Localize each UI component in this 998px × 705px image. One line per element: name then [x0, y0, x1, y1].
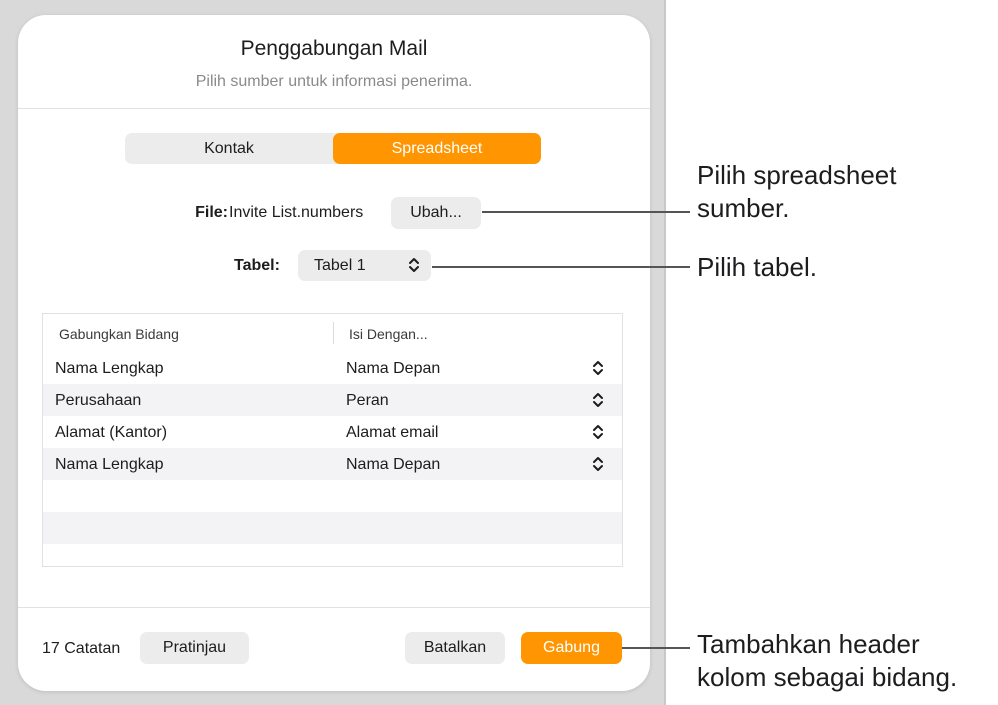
table-row[interactable]: Nama Lengkap Nama Depan [43, 448, 622, 480]
merge-field-cell: Perusahaan [55, 392, 142, 409]
callout-merge-line1: Tambahkan header [697, 629, 920, 659]
tab-kontak[interactable]: Kontak [125, 133, 333, 164]
mail-merge-dialog: Penggabungan Mail Pilih sumber untuk inf… [18, 15, 650, 691]
file-label: File: [195, 204, 228, 221]
chevron-up-down-icon[interactable] [591, 455, 605, 473]
cancel-button[interactable]: Batalkan [405, 632, 505, 664]
callout-file-line1: Pilih spreadsheet [697, 160, 897, 190]
callout-table: Pilih tabel. [697, 252, 817, 282]
table-row[interactable]: Perusahaan Peran [43, 384, 622, 416]
table-header: Gabungkan Bidang Isi Dengan... [43, 314, 622, 352]
table-select[interactable]: Tabel 1 [298, 250, 431, 281]
file-name: Invite List.numbers [229, 204, 364, 221]
merge-button[interactable]: Gabung [521, 632, 622, 664]
change-file-button[interactable]: Ubah... [391, 197, 481, 229]
column-separator [333, 322, 334, 344]
empty-table-row [43, 480, 622, 512]
merge-field-cell: Nama Lengkap [55, 456, 164, 473]
chevron-up-down-icon[interactable] [591, 391, 605, 409]
table-select-value: Tabel 1 [314, 257, 366, 274]
source-segmented-control: Kontak Spreadsheet [125, 133, 541, 164]
merge-field-cell: Nama Lengkap [55, 360, 164, 377]
table-label: Tabel: [234, 257, 280, 274]
chevron-up-down-icon [409, 258, 419, 272]
file-row: File: Invite List.numbers Ubah... [18, 197, 650, 229]
callout-merge: Tambahkan header kolom sebagai bidang. [697, 628, 957, 694]
merge-fields-table: Gabungkan Bidang Isi Dengan... Nama Leng… [42, 313, 623, 567]
callout-line-merge [622, 647, 690, 649]
record-count: 17 Catatan [42, 640, 121, 657]
merge-field-cell: Alamat (Kantor) [55, 424, 168, 441]
chevron-up-down-icon[interactable] [591, 423, 605, 441]
dialog-subtitle: Pilih sumber untuk informasi penerima. [195, 73, 473, 90]
fill-with-cell[interactable]: Nama Depan [346, 360, 440, 378]
fill-with-cell[interactable]: Alamat email [346, 424, 438, 442]
column-header-merge-field[interactable]: Gabungkan Bidang [59, 326, 179, 342]
dialog-title: Penggabungan Mail [240, 37, 428, 60]
callout-file: Pilih spreadsheet sumber. [697, 159, 896, 225]
table-row[interactable]: Alamat (Kantor) Alamat email [43, 416, 622, 448]
callout-line-table [432, 266, 690, 268]
fill-with-cell[interactable]: Peran [346, 392, 389, 410]
footer-divider [18, 607, 650, 608]
tab-spreadsheet[interactable]: Spreadsheet [333, 133, 541, 164]
header-divider [18, 108, 650, 109]
empty-table-row [43, 512, 622, 544]
callout-file-line2: sumber. [697, 193, 790, 223]
fill-with-cell[interactable]: Nama Depan [346, 456, 440, 474]
table-row[interactable]: Nama Lengkap Nama Depan [43, 352, 622, 384]
callout-line-file [482, 211, 690, 213]
chevron-up-down-icon[interactable] [591, 359, 605, 377]
callout-merge-line2: kolom sebagai bidang. [697, 662, 958, 692]
column-header-fill-with[interactable]: Isi Dengan... [349, 326, 428, 342]
preview-button[interactable]: Pratinjau [140, 632, 249, 664]
